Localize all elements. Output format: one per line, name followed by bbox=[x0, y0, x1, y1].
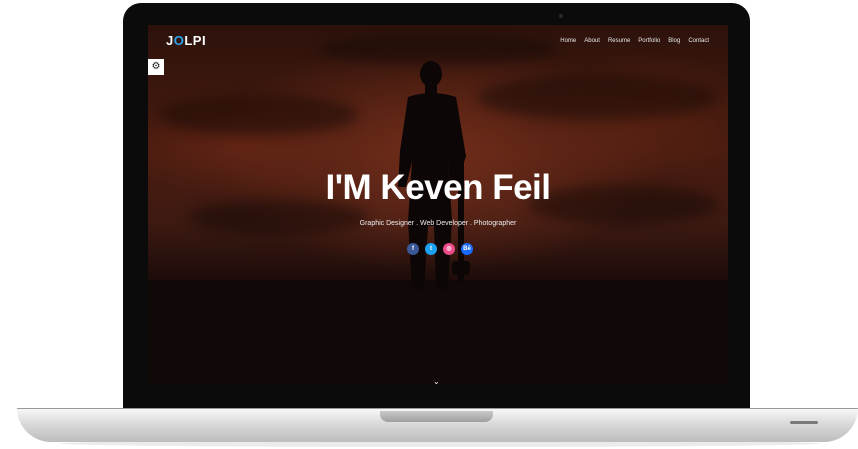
hero-title: I'M Keven Feil bbox=[325, 168, 552, 207]
laptop-screen: JOLPI Home About Resume Portfolio Blog C… bbox=[148, 25, 728, 385]
logo-letter: J bbox=[166, 33, 174, 48]
brand-logo[interactable]: JOLPI bbox=[166, 33, 206, 48]
hero-subtitle: Graphic Designer . Web Developer . Photo… bbox=[359, 220, 517, 227]
nav-resume[interactable]: Resume bbox=[608, 38, 630, 44]
social-links: f t ◎ Bē bbox=[407, 243, 473, 255]
nav-contact[interactable]: Contact bbox=[688, 38, 709, 44]
nav-portfolio[interactable]: Portfolio bbox=[638, 38, 660, 44]
facebook-icon[interactable]: f bbox=[407, 243, 419, 255]
logo-letter-accent: O bbox=[173, 33, 185, 48]
nav-home[interactable]: Home bbox=[560, 38, 576, 44]
cloud bbox=[478, 75, 718, 120]
nav-about[interactable]: About bbox=[584, 38, 600, 44]
main-nav: Home About Resume Portfolio Blog Contact bbox=[560, 38, 709, 44]
behance-icon[interactable]: Bē bbox=[461, 243, 473, 255]
gear-icon: ⚙ bbox=[151, 61, 161, 72]
logo-letter: LPI bbox=[184, 33, 207, 48]
nav-blog[interactable]: Blog bbox=[668, 38, 680, 44]
chevron-down-icon[interactable]: ⌄ bbox=[433, 378, 440, 386]
twitter-icon[interactable]: t bbox=[425, 243, 437, 255]
webcam bbox=[559, 14, 563, 18]
dribbble-icon[interactable]: ◎ bbox=[443, 243, 455, 255]
settings-toggle[interactable]: ⚙ bbox=[148, 59, 164, 75]
laptop-notch bbox=[380, 411, 493, 422]
cloud bbox=[158, 95, 358, 135]
laptop-port bbox=[790, 421, 818, 424]
